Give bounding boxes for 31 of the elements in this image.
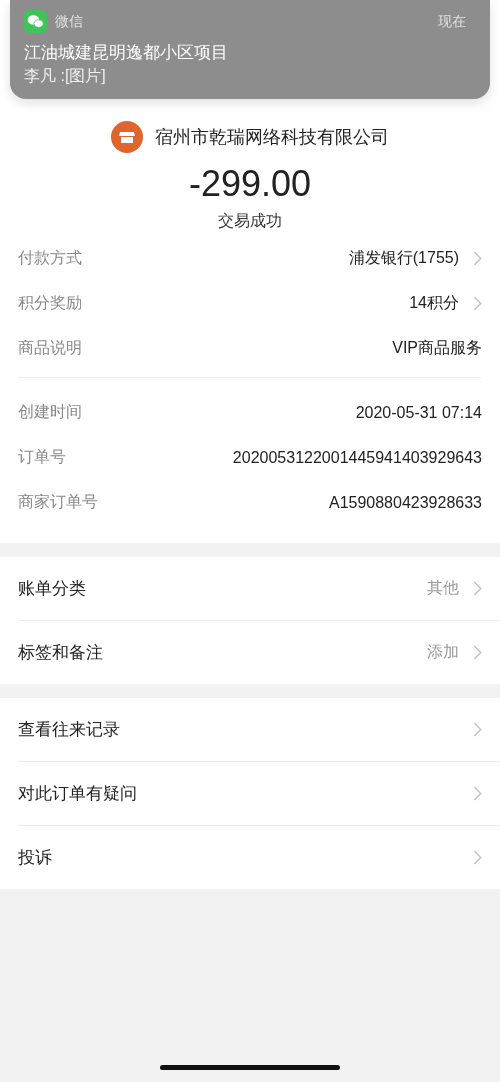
detail-value: 2020053122001445941403929643 — [232, 448, 482, 467]
notification-title: 江油城建昆明逸都小区项目 — [24, 42, 229, 64]
shop-icon — [111, 121, 143, 153]
notification-time: 现在 — [438, 12, 466, 31]
detail-value[interactable]: 浦发银行(1755) — [348, 248, 459, 269]
menu-item[interactable]: 投诉 — [18, 825, 500, 889]
menu-item[interactable]: 账单分类 其他 — [18, 557, 500, 620]
detail-value: A1590880423928633 — [328, 493, 482, 512]
detail-label: 付款方式 — [18, 248, 83, 268]
chevron-icon — [473, 786, 482, 801]
transaction-status: 交易成功 — [217, 211, 283, 231]
detail-value: VIP商品服务 — [392, 338, 482, 358]
app-name: 微信 — [55, 12, 84, 31]
menu-item[interactable]: 对此订单有疑问 — [18, 761, 500, 825]
menu-item[interactable]: 查看往来记录 — [18, 698, 500, 761]
detail-label: 商家订单号 — [18, 492, 99, 512]
detail-label: 商品说明 — [18, 338, 83, 358]
amount: -299.00 — [187, 163, 313, 205]
chevron-icon — [473, 645, 482, 660]
detail-label: 积分奖励 — [18, 293, 83, 313]
detail-value[interactable]: 14积分 — [409, 293, 459, 314]
chevron-icon — [473, 581, 482, 596]
notification-message: 李凡 :[图片] — [24, 66, 107, 86]
chat-bubbles-icon — [24, 10, 47, 33]
chevron-icon — [473, 850, 482, 865]
menu-item[interactable]: 标签和备注 添加 — [18, 620, 500, 684]
detail-value: 2020-05-31 07:14 — [355, 403, 482, 422]
detail-label: 创建时间 — [18, 402, 83, 422]
detail-label: 订单号 — [18, 447, 67, 467]
merchant-name: 宿州市乾瑞网络科技有限公司 — [155, 126, 389, 149]
chevron-icon — [473, 722, 482, 737]
